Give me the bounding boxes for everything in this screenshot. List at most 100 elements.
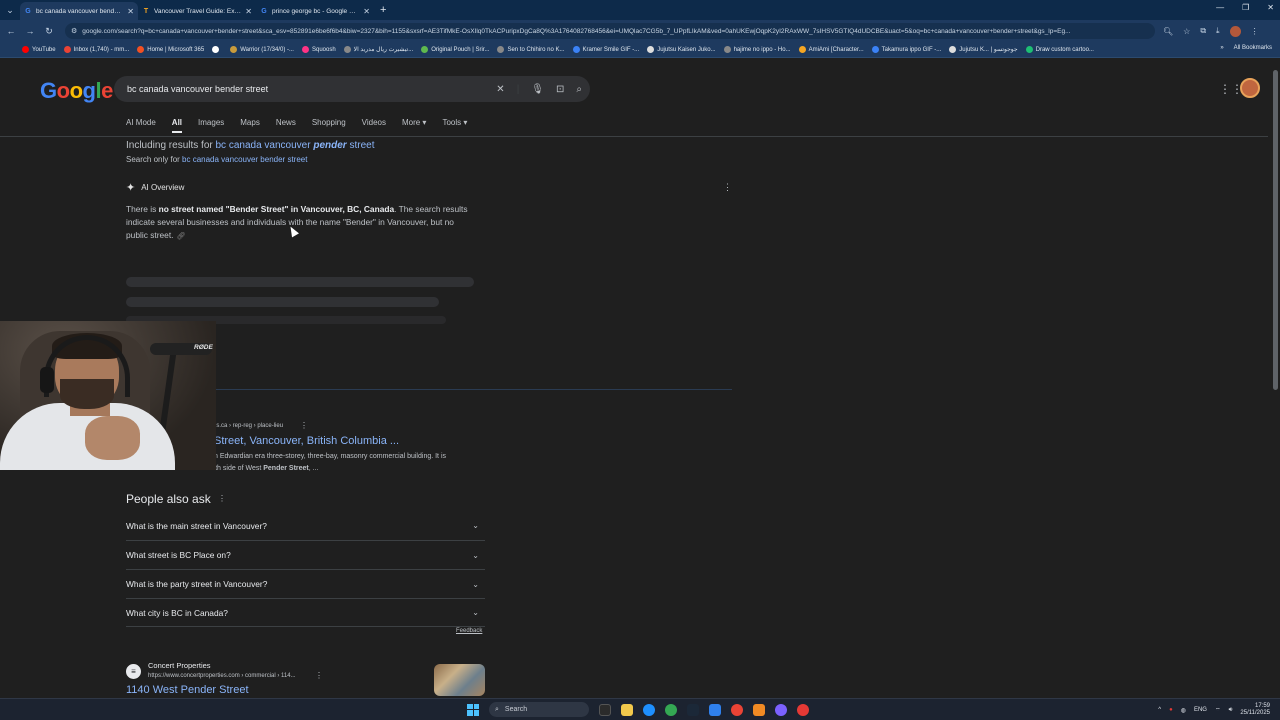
result-title-link[interactable]: 1140 West Pender Street bbox=[126, 684, 249, 696]
minimize-icon[interactable]: — bbox=[1216, 3, 1224, 12]
all-bookmarks[interactable]: All Bookmarks bbox=[1234, 45, 1272, 51]
original-query-link[interactable]: bc canada vancouver bender street bbox=[182, 155, 307, 164]
bookmark-favicon-icon bbox=[647, 46, 655, 53]
search-icon[interactable]: ⌕ bbox=[576, 84, 582, 95]
url-text: google.com/search?q=bc+canada+vancouver+… bbox=[82, 27, 1071, 35]
bookmark-item[interactable]: hajime no ippo - Ho... bbox=[723, 46, 791, 53]
tab-tools[interactable]: Tools ▾ bbox=[442, 118, 467, 133]
wifi-icon[interactable]: ⌔ bbox=[1215, 706, 1221, 714]
file-explorer-icon[interactable] bbox=[621, 703, 633, 716]
network-icon[interactable]: ◍ bbox=[1181, 707, 1186, 714]
app-icon[interactable] bbox=[753, 703, 765, 716]
tab-title: Vancouver Travel Guide: Explor bbox=[154, 7, 242, 15]
bookmark-item[interactable]: تيشيرت ريال مدريد الا... bbox=[343, 46, 413, 53]
tab-maps[interactable]: Maps bbox=[240, 118, 260, 133]
result-site-name: Concert Properties bbox=[148, 661, 211, 670]
page-scrollbar[interactable] bbox=[1271, 60, 1280, 696]
bookmark-item[interactable]: Home | Microsoft 365 bbox=[137, 46, 204, 53]
ai-overview-menu-icon[interactable]: ⋮ bbox=[723, 182, 732, 193]
tray-chevron-icon[interactable]: ^ bbox=[1158, 707, 1161, 713]
close-tab-icon[interactable]: ✕ bbox=[363, 7, 370, 16]
bookmark-item[interactable]: Jujutsu K... | جوجوتسو bbox=[949, 46, 1018, 53]
search-icon[interactable]: 🔍︎ bbox=[1163, 27, 1173, 36]
bookmark-star-icon[interactable]: ☆ bbox=[1183, 27, 1190, 36]
result-menu-icon[interactable]: ⋮ bbox=[300, 421, 308, 430]
steam-icon[interactable] bbox=[687, 703, 699, 716]
back-icon[interactable]: ← bbox=[3, 26, 19, 36]
bookmark-item[interactable]: AmiAmi [Character... bbox=[798, 46, 864, 53]
reload-icon[interactable]: ↻ bbox=[41, 26, 57, 37]
address-bar[interactable]: ⚙ google.com/search?q=bc+canada+vancouve… bbox=[65, 23, 1155, 39]
tab-search-icon[interactable]: ⌄ bbox=[0, 0, 20, 20]
tab-ai-mode[interactable]: AI Mode bbox=[126, 118, 156, 133]
bookmark-item[interactable]: Original Pouch | Srir... bbox=[421, 46, 489, 53]
paa-question[interactable]: What street is BC Place on? ⌄ bbox=[126, 540, 485, 569]
app-icon[interactable] bbox=[775, 703, 787, 716]
corrected-query-link[interactable]: bc canada vancouver pender street bbox=[216, 140, 375, 151]
menu-icon[interactable]: ⋮ bbox=[1251, 27, 1259, 36]
profile-avatar[interactable] bbox=[1229, 25, 1241, 37]
paa-menu-icon[interactable]: ⋮ bbox=[218, 494, 226, 503]
new-tab-icon[interactable]: + bbox=[380, 4, 386, 16]
tab-all[interactable]: All bbox=[171, 118, 183, 133]
volume-icon[interactable]: 🔊︎ bbox=[1229, 707, 1233, 714]
bookmark-item[interactable]: Sen to Chihiro no K... bbox=[497, 46, 565, 53]
search-input[interactable] bbox=[127, 84, 497, 94]
chrome-icon[interactable] bbox=[665, 703, 677, 716]
clock[interactable]: 17:59 25/11/2025 bbox=[1240, 703, 1270, 717]
result-thumbnail[interactable] bbox=[434, 664, 485, 696]
browser-tab[interactable]: G prince george bc - Google Sea ✕ bbox=[256, 2, 374, 20]
paa-question[interactable]: What city is BC in Canada? ⌄ bbox=[126, 598, 485, 627]
bookmark-item[interactable]: Jujutsu Kaisen Juko... bbox=[647, 46, 716, 53]
app-icon[interactable] bbox=[797, 703, 809, 716]
language-indicator[interactable]: ENG bbox=[1194, 707, 1207, 713]
task-view-icon[interactable] bbox=[599, 703, 611, 716]
bookmark-item[interactable]: Inbox (1,740) - mm... bbox=[63, 46, 129, 53]
bookmark-item[interactable]: YouTube bbox=[22, 46, 56, 53]
edge-icon[interactable] bbox=[643, 703, 655, 716]
browser-tab[interactable]: T Vancouver Travel Guide: Explor ✕ bbox=[138, 2, 256, 20]
browser-tab[interactable]: G bc canada vancouver bender st ✕ bbox=[20, 2, 138, 20]
account-avatar[interactable] bbox=[1240, 78, 1260, 98]
close-tab-icon[interactable]: ✕ bbox=[127, 7, 134, 16]
security-icon[interactable]: ● bbox=[1169, 707, 1173, 713]
store-icon[interactable] bbox=[709, 703, 721, 716]
forward-icon[interactable]: → bbox=[22, 26, 38, 36]
tab-news[interactable]: News bbox=[276, 118, 296, 133]
close-tab-icon[interactable]: ✕ bbox=[245, 7, 252, 16]
bookmark-item[interactable] bbox=[212, 46, 222, 53]
lens-icon[interactable]: ⊡ bbox=[556, 84, 564, 95]
link-icon[interactable]: 🔗︎ bbox=[176, 233, 185, 240]
tab-more[interactable]: More ▾ bbox=[402, 118, 426, 133]
bookmark-item[interactable]: Warrior (17/34/0) -... bbox=[230, 46, 294, 53]
bookmark-favicon-icon bbox=[301, 46, 309, 53]
bookmark-item[interactable]: Kramer Smile GIF -... bbox=[572, 46, 639, 53]
close-window-icon[interactable]: ✕ bbox=[1267, 3, 1274, 12]
download-icon[interactable]: ⤓ bbox=[1216, 26, 1220, 36]
paa-question[interactable]: What is the main street in Vancouver? ⌄ bbox=[126, 511, 485, 540]
ai-overview-text: There is no street named "Bender Street"… bbox=[126, 204, 468, 240]
taskbar-search[interactable]: ⌕ Search bbox=[489, 702, 589, 717]
microphone-icon[interactable]: 🎙︎ bbox=[531, 84, 544, 95]
result-menu-icon[interactable]: ⋮ bbox=[315, 671, 323, 680]
google-logo[interactable]: Google bbox=[40, 78, 113, 104]
feedback-link[interactable]: Feedback bbox=[456, 628, 482, 634]
result-breadcrumb: es.ca › rep-reg › place-lieu bbox=[213, 423, 284, 429]
extensions-icon[interactable]: ⧉ bbox=[1200, 26, 1206, 36]
search-box[interactable]: ✕ | 🎙︎ ⊡ ⌕ bbox=[114, 76, 590, 102]
bookmark-item[interactable]: Takamura ippo GIF -... bbox=[871, 46, 941, 53]
clear-icon[interactable]: ✕ bbox=[496, 84, 504, 95]
paa-question[interactable]: What is the party street in Vancouver? ⌄ bbox=[126, 569, 485, 598]
tab-videos[interactable]: Videos bbox=[362, 118, 386, 133]
bookmark-item[interactable]: Draw custom cartoo... bbox=[1025, 46, 1094, 53]
result-title-link[interactable]: Street, Vancouver, British Columbia ... bbox=[214, 435, 399, 447]
chrome-icon[interactable] bbox=[731, 703, 743, 716]
tab-shopping[interactable]: Shopping bbox=[312, 118, 346, 133]
maximize-icon[interactable]: ❐ bbox=[1242, 3, 1249, 12]
tab-images[interactable]: Images bbox=[198, 118, 224, 133]
more-bookmarks-icon[interactable]: » bbox=[1220, 45, 1223, 51]
site-info-icon[interactable]: ⚙ bbox=[71, 27, 77, 35]
bookmark-favicon-icon bbox=[230, 46, 238, 53]
bookmark-item[interactable]: Squoosh bbox=[301, 46, 336, 53]
windows-start-icon[interactable] bbox=[467, 703, 479, 716]
